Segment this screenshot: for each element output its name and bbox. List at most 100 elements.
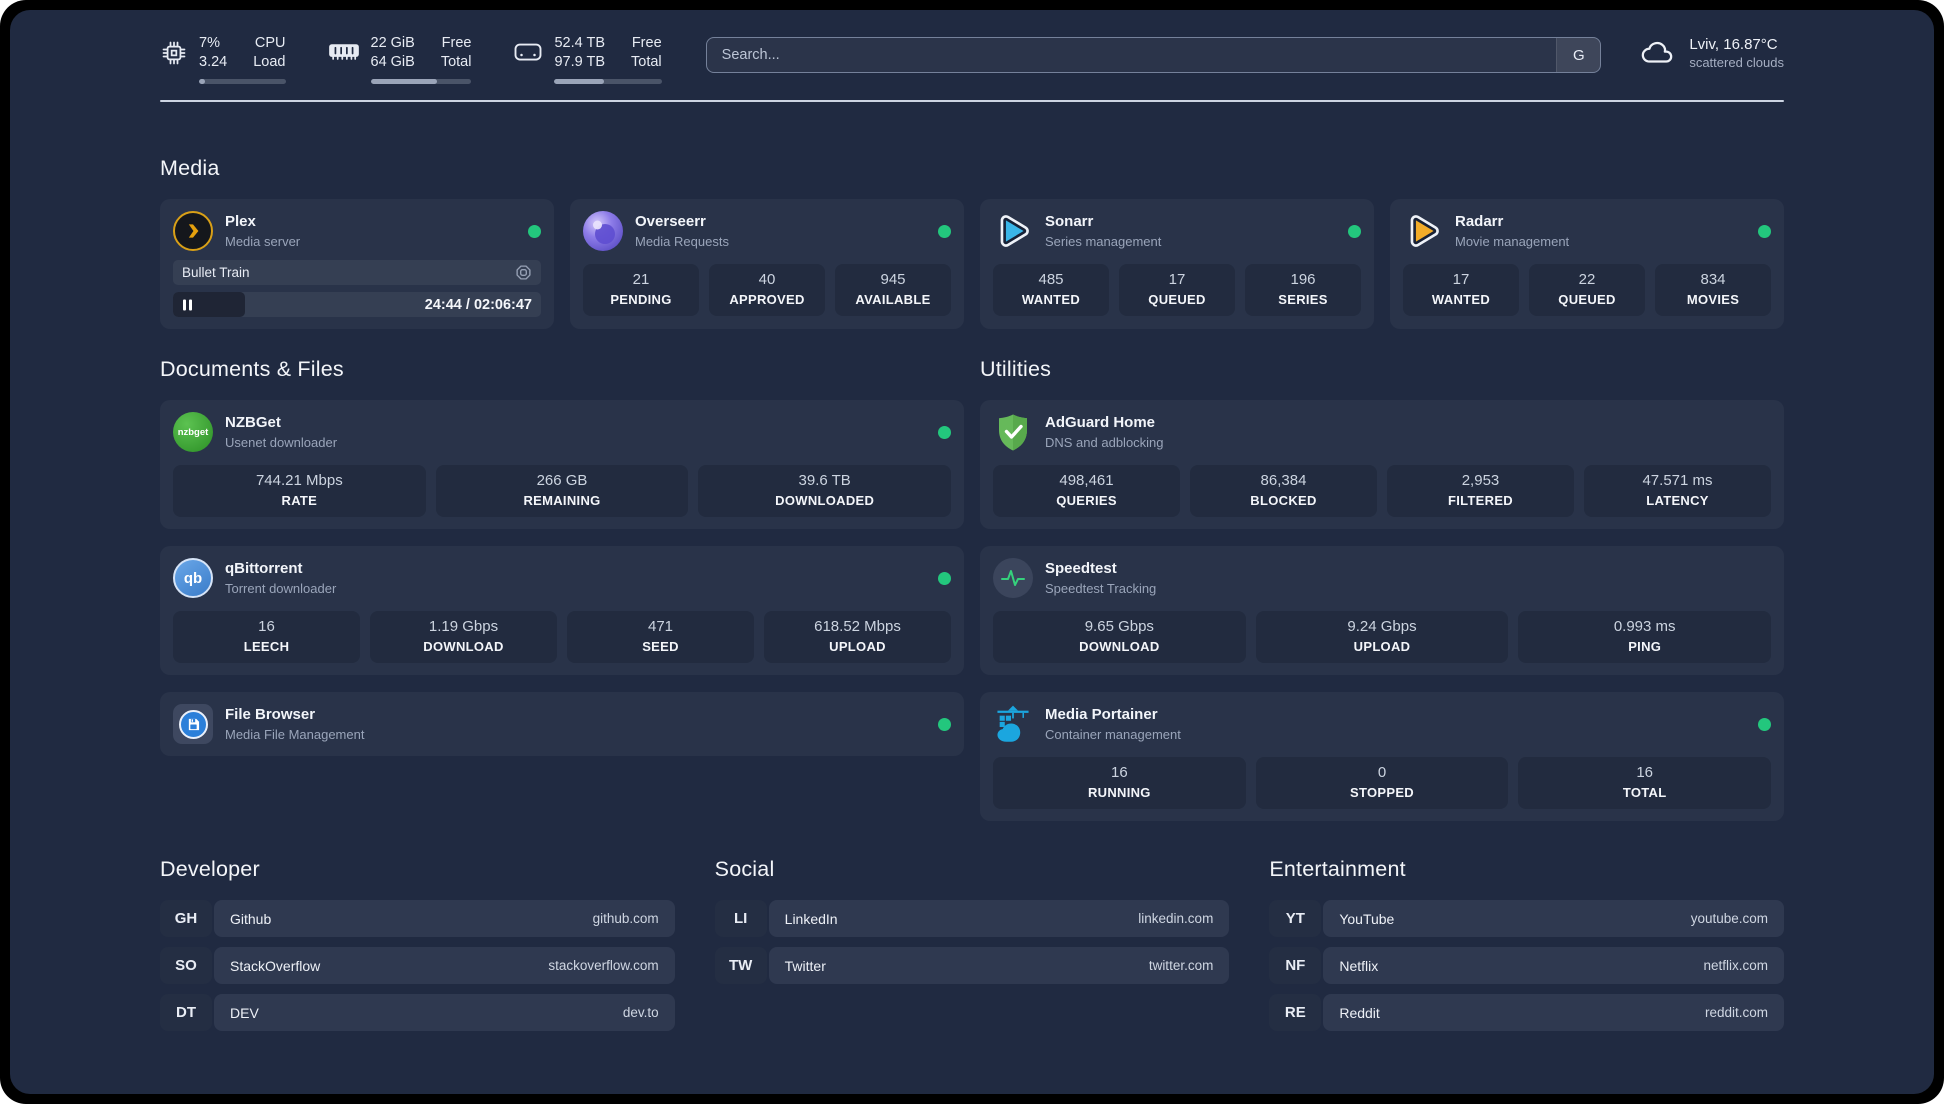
app-card-plex[interactable]: Plex Media server Bullet Train 24:44 / 0… [160, 199, 554, 329]
stat-blocked: 86,384 BLOCKED [1190, 465, 1377, 517]
stat-series: 196 SERIES [1245, 264, 1361, 316]
speedtest-icon [993, 558, 1033, 598]
stat-filtered: 2,953 FILTERED [1387, 465, 1574, 517]
nzbget-icon: nzbget [173, 412, 213, 452]
section-title-utilities: Utilities [980, 357, 1052, 381]
memory-free-label: Free [441, 35, 472, 51]
stat-upload: 9.24 Gbps UPLOAD [1255, 611, 1509, 663]
app-card-radarr[interactable]: Radarr Movie management 17 WANTED 22 QUEUE… [1390, 199, 1784, 329]
app-card-filebrowser[interactable]: File Browser Media File Management [160, 692, 964, 756]
dashboard-page: 7% 3.24 CPU Load 22 GiB 64 GiB Free Tota… [10, 10, 1934, 1094]
app-card-sonarr[interactable]: Sonarr Series management 485 WANTED 17 QUE… [980, 199, 1374, 329]
section-social: Social LI LinkedIn linkedin.com TW Twitt… [714, 857, 1230, 1041]
portainer-icon [993, 704, 1033, 744]
app-card-speedtest[interactable]: Speedtest Speedtest Tracking 9.65 Gbps DO… [980, 546, 1784, 675]
link-name: Reddit [1339, 1004, 1380, 1021]
stat-rate: 744.21 Mbps RATE [173, 465, 426, 517]
status-dot [1758, 717, 1771, 731]
link-name: LinkedIn [784, 910, 838, 927]
cpu-usage-widget: 7% 3.24 CPU Load [160, 34, 286, 84]
app-subtitle: Movie management [1455, 233, 1570, 249]
stat-ping: 0.993 ms PING [1518, 611, 1772, 663]
app-title: qBittorrent [225, 559, 303, 577]
link-url: netflix.com [1703, 958, 1768, 973]
memory-free-value: 22 GiB [370, 35, 415, 51]
stat-running: 16 RUNNING [993, 757, 1246, 809]
playback-progress-bar[interactable]: 24:44 / 02:06:47 [173, 292, 541, 317]
app-subtitle: Usenet downloader [225, 434, 338, 450]
ram-icon [328, 44, 359, 60]
link-name: StackOverflow [230, 957, 321, 974]
link-abbr: TW [714, 947, 767, 984]
link-abbr: NF [1269, 947, 1322, 984]
link-youtube[interactable]: YT YouTube youtube.com [1269, 900, 1784, 937]
stat-leech: 16 LEECH [173, 611, 360, 663]
stat-download: 1.19 Gbps DOWNLOAD [370, 611, 557, 663]
adguard-icon [993, 412, 1033, 452]
memory-total-label: Total [440, 54, 472, 70]
link-url: github.com [592, 911, 659, 926]
link-url: linkedin.com [1138, 911, 1214, 926]
link-abbr: GH [160, 900, 212, 937]
qbittorrent-icon: qb [173, 558, 213, 598]
link-github[interactable]: GH Github github.com [160, 900, 675, 937]
stat-wanted: 17 WANTED [1403, 264, 1519, 316]
stat-movies: 834 MOVIES [1655, 264, 1771, 316]
storage-free-value: 52.4 TB [554, 35, 606, 51]
cpu-label: CPU [254, 35, 286, 51]
app-card-adguard[interactable]: AdGuard Home DNS and adblocking 498,461 Q… [980, 400, 1784, 529]
link-url: dev.to [622, 1005, 659, 1020]
memory-total-value: 64 GiB [370, 54, 415, 70]
stat-available: 945 AVAILABLE [835, 264, 951, 316]
app-card-overseerr[interactable]: Overseerr Media Requests 21 PENDING 40 APP… [570, 199, 964, 329]
stat-queries: 498,461 QUERIES [993, 465, 1180, 517]
search-bar[interactable]: Search... G [705, 37, 1602, 73]
status-dot [1348, 224, 1361, 238]
app-subtitle: Speedtest Tracking [1045, 580, 1157, 596]
video-camera-icon [516, 265, 531, 280]
section-title-developer: Developer [160, 857, 260, 881]
search-engine-button[interactable]: G [1556, 38, 1601, 72]
cpu-percent: 7% [199, 35, 220, 51]
app-card-qbittorrent[interactable]: qb qBittorrent Torrent downloader 16 LEEC… [160, 546, 964, 675]
stat-total: 16 TOTAL [1518, 757, 1772, 809]
stat-wanted: 485 WANTED [993, 264, 1109, 316]
app-title: Media Portainer [1045, 705, 1158, 723]
link-netflix[interactable]: NF Netflix netflix.com [1269, 947, 1784, 984]
pause-icon[interactable] [183, 299, 192, 310]
app-subtitle: Media Requests [635, 233, 729, 249]
link-abbr: LI [714, 900, 767, 937]
link-stackoverflow[interactable]: SO StackOverflow stackoverflow.com [160, 947, 675, 984]
app-subtitle: Media server [225, 233, 301, 249]
link-abbr: YT [1269, 900, 1322, 937]
storage-total-value: 97.9 TB [554, 54, 606, 70]
stat-latency: 47.571 ms LATENCY [1584, 465, 1771, 517]
storage-free-label: Free [631, 35, 662, 51]
link-twitter[interactable]: TW Twitter twitter.com [714, 947, 1230, 984]
link-linkedin[interactable]: LI LinkedIn linkedin.com [714, 900, 1230, 937]
app-subtitle: Series management [1045, 233, 1162, 249]
stat-download: 9.65 Gbps DOWNLOAD [993, 611, 1246, 663]
status-dot [1758, 224, 1771, 238]
app-title: File Browser [225, 705, 316, 723]
section-documents: Documents & Files nzbget NZBGet Usenet d… [160, 357, 964, 821]
app-card-portainer[interactable]: Media Portainer Container management 16 R… [980, 692, 1784, 821]
link-name: Github [230, 910, 272, 927]
section-media: Media Plex Media server Bullet Train 24:… [160, 156, 1784, 329]
sonarr-icon [993, 211, 1033, 251]
header-divider [160, 100, 1784, 102]
link-name: YouTube [1339, 910, 1395, 927]
section-title-social: Social [714, 857, 775, 881]
link-reddit[interactable]: RE Reddit reddit.com [1269, 994, 1784, 1031]
stat-upload: 618.52 Mbps UPLOAD [764, 611, 951, 663]
status-dot [938, 425, 951, 439]
now-playing-title: Bullet Train [182, 265, 250, 280]
app-subtitle: Container management [1045, 726, 1181, 742]
now-playing-row: Bullet Train [173, 260, 541, 285]
section-title-media: Media [160, 156, 220, 180]
app-card-nzbget[interactable]: nzbget NZBGet Usenet downloader 744.21 M… [160, 400, 964, 529]
search-input[interactable]: Search... [707, 47, 1557, 63]
link-dev-to[interactable]: DT DEV dev.to [160, 994, 675, 1031]
cpu-chip-icon [162, 41, 186, 65]
link-url: stackoverflow.com [548, 958, 659, 973]
